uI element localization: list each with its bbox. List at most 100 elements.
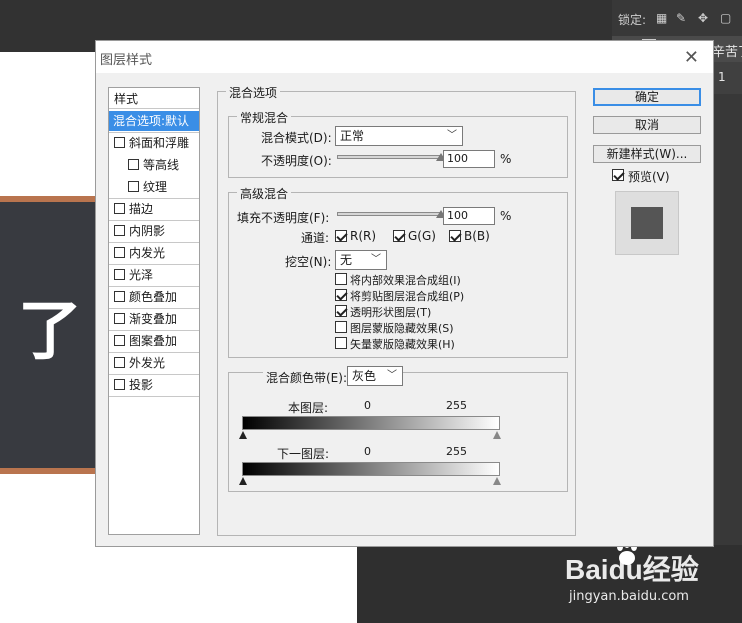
ok-button[interactable]: 确定 (593, 88, 701, 106)
channel-b-checkbox[interactable] (449, 230, 461, 242)
underlying-layer-gradient[interactable] (242, 462, 500, 476)
this-layer-low-value: 0 (364, 399, 371, 412)
style-item-label: 描边 (129, 202, 154, 216)
blend-interior-checkbox[interactable] (335, 273, 347, 285)
lock-transparent-icon[interactable]: ▦ (656, 11, 667, 25)
preview-checkbox[interactable] (612, 169, 624, 181)
checkbox[interactable] (114, 291, 125, 302)
fill-opacity-label: 填充不透明度(F): (237, 211, 330, 225)
new-style-button[interactable]: 新建样式(W)... (593, 145, 701, 163)
opacity-unit: % (500, 152, 512, 166)
this-layer-gradient[interactable] (242, 416, 500, 430)
style-item-label: 外发光 (129, 356, 166, 370)
underlying-layer-high-value: 255 (446, 445, 467, 458)
checkbox[interactable] (114, 203, 125, 214)
knockout-select[interactable]: 无 ﹀ (335, 250, 387, 270)
style-preview-swatch (631, 207, 663, 239)
fill-opacity-unit: % (500, 209, 512, 223)
style-item-inner-shadow[interactable]: 内阴影 (114, 221, 199, 241)
blending-options-title: 混合选项 (226, 84, 281, 101)
checkbox[interactable] (114, 313, 125, 324)
vector-mask-hides-label: 矢量蒙版隐藏效果(H) (350, 338, 455, 351)
checkbox[interactable] (114, 335, 125, 346)
channel-r-label: R(R) (350, 229, 377, 243)
opacity-slider[interactable] (337, 155, 441, 159)
transparency-shapes-label: 透明形状图层(T) (350, 306, 432, 319)
divider (109, 108, 199, 109)
channel-b-label: B(B) (464, 229, 490, 243)
this-layer-low-handle[interactable] (239, 431, 247, 439)
style-item-inner-glow[interactable]: 内发光 (114, 243, 199, 263)
checkbox[interactable] (114, 269, 125, 280)
style-item-gradient-overlay[interactable]: 渐变叠加 (114, 309, 199, 329)
style-item-label: 光泽 (129, 268, 154, 282)
vector-mask-hides-checkbox[interactable] (335, 337, 347, 349)
this-layer-high-value: 255 (446, 399, 467, 412)
underlying-layer-high-handle[interactable] (493, 477, 501, 485)
general-blending-group: 常规混合 混合模式(D): 正常 ﹀ 不透明度(O): 100 % (228, 109, 568, 178)
style-item-drop-shadow[interactable]: 投影 (114, 375, 199, 395)
channel-r-checkbox[interactable] (335, 230, 347, 242)
close-icon[interactable]: ✕ (684, 47, 699, 68)
style-item-contour[interactable]: 等高线 (128, 155, 199, 175)
style-item-blending-options[interactable]: 混合选项:默认 (109, 111, 199, 131)
fill-opacity-input[interactable]: 100 (443, 207, 495, 225)
general-blending-title: 常规混合 (237, 109, 292, 126)
checkbox[interactable] (114, 225, 125, 236)
style-item-label: 渐变叠加 (129, 312, 178, 326)
checkbox[interactable] (114, 379, 125, 390)
lock-all-icon[interactable]: ▢ (720, 11, 731, 25)
blend-mode-value: 正常 (340, 129, 365, 143)
style-item-color-overlay[interactable]: 颜色叠加 (114, 287, 199, 307)
blend-interior-label: 将内部效果混合成组(I) (350, 274, 461, 287)
underlying-layer-low-handle[interactable] (239, 477, 247, 485)
watermark-logo: Baidu经验 (565, 554, 699, 585)
lock-move-icon[interactable]: ✥ (698, 11, 708, 25)
style-preview (615, 191, 679, 255)
preview-label: 预览(V) (628, 170, 670, 184)
this-layer-label: 本图层: (288, 401, 329, 415)
layer-mask-hides-checkbox[interactable] (335, 321, 347, 333)
style-item-label: 内发光 (129, 246, 166, 260)
style-item-pattern-overlay[interactable]: 图案叠加 (114, 331, 199, 351)
styles-list-header[interactable]: 样式 (114, 90, 138, 107)
style-item-bevel-emboss[interactable]: 斜面和浮雕 (114, 133, 199, 153)
opacity-label: 不透明度(O): (261, 154, 332, 168)
style-item-label: 斜面和浮雕 (129, 136, 190, 150)
lock-label: 锁定: (618, 13, 647, 27)
layers-lock-row: 锁定: ▦ ✎ ✥ ▢ (612, 8, 742, 30)
checkbox[interactable] (114, 137, 125, 148)
blend-mode-label: 混合模式(D): (261, 131, 332, 145)
style-item-label: 颜色叠加 (129, 290, 178, 304)
knockout-label: 挖空(N): (285, 255, 332, 269)
style-item-stroke[interactable]: 描边 (114, 199, 199, 219)
cancel-button[interactable]: 取消 (593, 116, 701, 134)
blend-mode-select[interactable]: 正常 ﹀ (335, 126, 463, 146)
channels-label: 通道: (301, 231, 330, 245)
blend-if-select[interactable]: 灰色 ﹀ (347, 366, 403, 386)
opacity-input[interactable]: 100 (443, 150, 495, 168)
checkbox[interactable] (114, 247, 125, 258)
checkbox[interactable] (128, 181, 139, 192)
blend-if-group: 混合颜色带(E): 灰色 ﹀ 本图层: 0 255 下一图层: 0 255 (228, 366, 568, 492)
knockout-value: 无 (340, 253, 353, 267)
style-item-label: 内阴影 (129, 224, 166, 238)
checkbox[interactable] (128, 159, 139, 170)
style-item-outer-glow[interactable]: 外发光 (114, 353, 199, 373)
watermark-url: jingyan.baidu.com (569, 589, 689, 604)
channel-g-checkbox[interactable] (393, 230, 405, 242)
fill-opacity-slider[interactable] (337, 212, 441, 216)
checkbox[interactable] (114, 357, 125, 368)
this-layer-high-handle[interactable] (493, 431, 501, 439)
canvas-text: 了 (18, 295, 82, 369)
style-item-texture[interactable]: 纹理 (128, 177, 199, 197)
style-item-label: 纹理 (143, 180, 168, 194)
lock-brush-icon[interactable]: ✎ (676, 11, 686, 25)
blend-clipped-checkbox[interactable] (335, 289, 347, 301)
blending-options-panel: 混合选项 常规混合 混合模式(D): 正常 ﹀ 不透明度(O): 100 % 高… (217, 84, 576, 536)
blend-clipped-label: 将剪贴图层混合成组(P) (350, 290, 465, 303)
dialog-titlebar[interactable]: 图层样式 ✕ (96, 41, 713, 73)
transparency-shapes-checkbox[interactable] (335, 305, 347, 317)
chevron-down-icon: ﹀ (447, 130, 457, 141)
style-item-satin[interactable]: 光泽 (114, 265, 199, 285)
